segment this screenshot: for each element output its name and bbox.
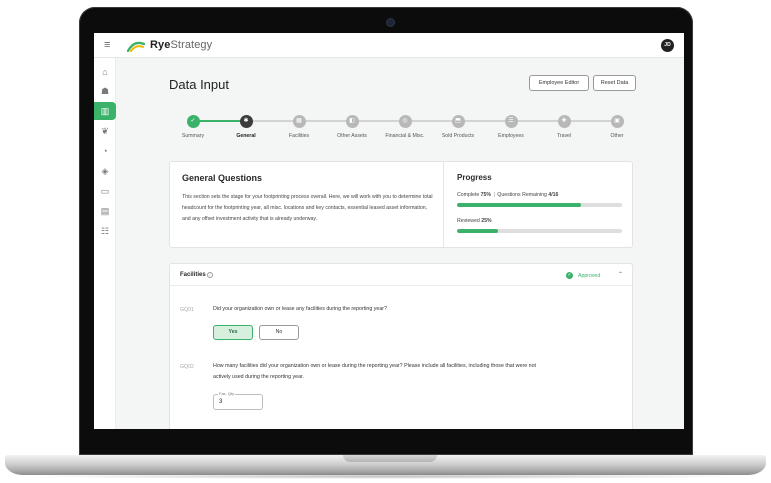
step-label: Financial & Misc. [385, 133, 425, 139]
employees-icon: ☰ [504, 115, 518, 128]
step-other[interactable]: ▣ Other [587, 115, 647, 139]
layers-icon[interactable]: ◈ [94, 162, 116, 180]
laptop-base-notch [343, 455, 437, 462]
check-circle-icon: ✓ [566, 272, 573, 279]
other-icon: ▣ [610, 115, 624, 128]
building-icon: ▦ [292, 115, 306, 128]
step-label: General [236, 133, 256, 139]
top-bar: ≡ RyeStrategy JD [94, 33, 684, 58]
page-title: Data Input [169, 77, 229, 92]
yes-option-button[interactable]: Yes [213, 325, 253, 340]
finance-icon: ◎ [398, 115, 412, 128]
facilities-card: Facilities i ✓ Approved ⌃ GQ01 Did your … [169, 263, 633, 429]
bar-chart-icon[interactable]: ▥ [94, 102, 116, 120]
folder-icon[interactable]: ▭ [94, 182, 116, 200]
employee-editor-button[interactable]: Employee Editor [529, 75, 589, 91]
facility-quantity-label: Fac. Qty [218, 391, 236, 396]
laptop-shadow [20, 474, 751, 479]
home-icon[interactable]: ⌂ [94, 63, 116, 81]
question-code: GQ01 [180, 307, 194, 313]
step-employees[interactable]: ☰ Employees [481, 115, 541, 139]
product-icon: ⬒ [451, 115, 465, 128]
step-label: Summary [181, 133, 205, 139]
facility-quantity-value: 3 [219, 399, 223, 405]
pie-chart-icon[interactable]: ◔ [94, 142, 116, 160]
progress-panel: Progress Complete 75% | Questions Remain… [443, 162, 633, 248]
step-sold-products[interactable]: ⬒ Sold Products [428, 115, 488, 139]
facilities-title: Facilities [180, 272, 206, 278]
step-financial-misc[interactable]: ◎ Financial & Misc. [375, 115, 435, 139]
step-label: Employees [498, 133, 524, 139]
hamburger-menu-icon[interactable]: ≡ [104, 39, 110, 51]
info-icon[interactable]: i [207, 272, 213, 278]
assets-icon: ◧ [345, 115, 359, 128]
step-general[interactable]: ✱ General [216, 115, 276, 139]
main-content: Data Input Employee Editor Reset Data ✓ S… [116, 58, 684, 429]
step-label: Facilities [288, 133, 310, 139]
general-questions-card: General Questions This section sets the … [169, 161, 633, 248]
approved-status: Approved [578, 273, 601, 279]
step-other-assets[interactable]: ◧ Other Assets [322, 115, 382, 139]
travel-icon: ✚ [557, 115, 571, 128]
leaf-icon[interactable]: ❦ [94, 122, 116, 140]
sidebar: ⌂ ☗ ▥ ❦ ◔ ◈ ▭ ▤ ☷ [94, 58, 116, 429]
complete-status: Complete 75% | Questions Remaining 4/16 [457, 192, 559, 198]
avatar[interactable]: JD [661, 39, 674, 52]
brand-name: RyeStrategy [150, 39, 213, 51]
facilities-header[interactable]: Facilities i ✓ Approved ⌃ [170, 264, 632, 286]
step-summary[interactable]: ✓ Summary [163, 115, 223, 139]
question-text: Did your organization own or lease any f… [213, 306, 388, 312]
facility-quantity-field[interactable]: Fac. Qty 3 [213, 391, 263, 410]
reviewed-progress-bar [457, 229, 622, 233]
summary-icon: ✓ [186, 115, 200, 128]
step-label: Other [610, 133, 624, 139]
checklist-icon[interactable]: ☷ [94, 222, 116, 240]
logo-icon [127, 41, 145, 52]
question-text: How many facilities did your organizatio… [213, 363, 536, 380]
reviewed-progress-fill [457, 229, 499, 233]
chevron-up-icon[interactable]: ⌃ [618, 271, 623, 278]
step-label: Other Assets [337, 133, 367, 139]
step-facilities[interactable]: ▦ Facilities [269, 115, 329, 139]
camera-icon [387, 19, 394, 26]
question-code: GQ02 [180, 364, 194, 370]
general-questions-description: This section sets the stage for your foo… [182, 194, 433, 222]
user-icon[interactable]: ☗ [94, 82, 116, 100]
general-icon: ✱ [239, 115, 253, 128]
laptop-base [5, 455, 766, 475]
reviewed-status: Reviewed 25% [457, 218, 492, 224]
progress-stepper: ✓ Summary ✱ General ▦ Facilities ◧ Other Assets… [176, 115, 636, 145]
no-option-button[interactable]: No [259, 325, 299, 340]
screen: ≡ RyeStrategy JD ⌂ ☗ ▥ ❦ ◔ ◈ ▭ ▤ ☷ Data Input Em… [94, 33, 684, 429]
step-travel[interactable]: ✚ Travel [534, 115, 594, 139]
reset-data-button[interactable]: Reset Data [593, 75, 636, 91]
complete-progress-fill [457, 203, 581, 207]
step-label: Sold Products [441, 133, 475, 139]
complete-progress-bar [457, 203, 622, 207]
progress-title: Progress [457, 173, 492, 182]
document-icon[interactable]: ▤ [94, 202, 116, 220]
step-label: Travel [556, 133, 572, 139]
general-questions-title: General Questions [182, 173, 263, 183]
